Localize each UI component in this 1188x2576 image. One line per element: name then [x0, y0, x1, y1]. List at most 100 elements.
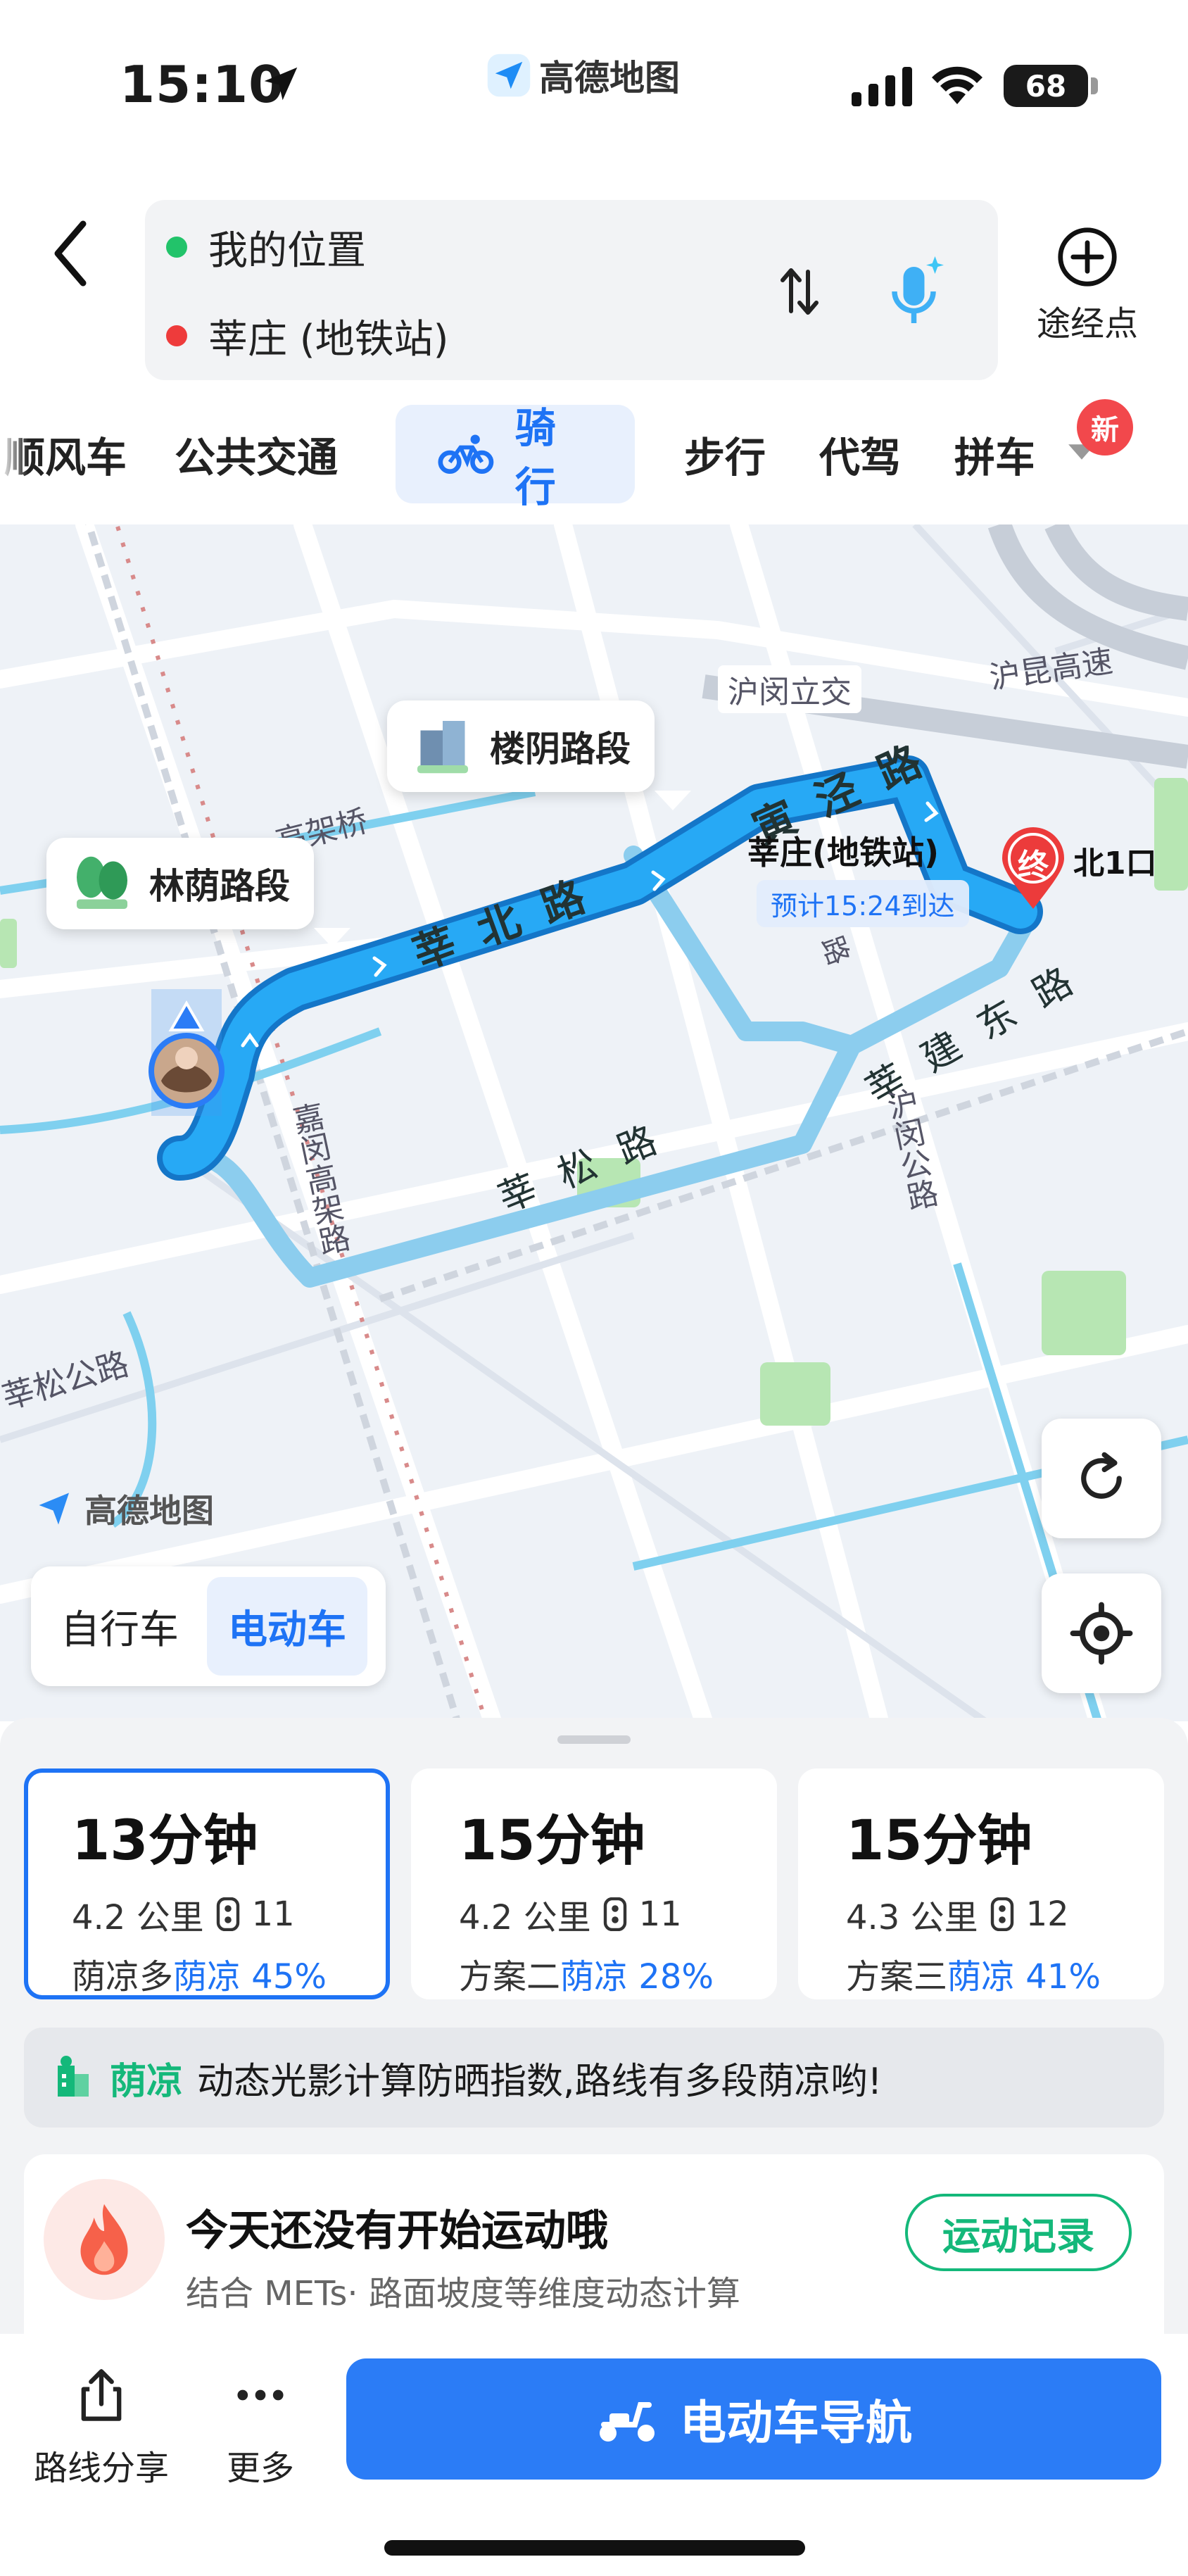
- more-label: 更多: [227, 2449, 295, 2488]
- vehicle-type-toggle: 自行车 电动车: [31, 1566, 386, 1686]
- origin-dot-icon: [166, 237, 187, 258]
- status-app-indicator: 高德地图: [486, 51, 680, 100]
- buildings-icon: [417, 721, 468, 774]
- callout-tail: [314, 928, 350, 948]
- exercise-subtitle: 结合 METs· 路面坡度等维度动态计算: [186, 2274, 740, 2313]
- vehicle-option-ebike[interactable]: 电动车: [207, 1577, 367, 1676]
- add-waypoint-button[interactable]: 途经点: [1020, 225, 1154, 366]
- route-option-distance: 4.2 公里: [72, 1898, 204, 1937]
- share-route-label: 路线分享: [34, 2449, 170, 2488]
- microphone-icon: [892, 256, 944, 323]
- tab-public-transit[interactable]: 公共交通: [175, 405, 338, 503]
- route-option-card-2[interactable]: 15分钟 4.2 公里 11 方案二荫凉 28%: [411, 1768, 777, 1999]
- user-location-pin[interactable]: [123, 975, 250, 1144]
- tab-ride-share[interactable]: 拼车: [954, 405, 1033, 503]
- tab-public-transit-label: 公共交通: [175, 434, 339, 482]
- plus-circle-icon: [1058, 227, 1117, 287]
- route-option-tags: 荫凉多荫凉 45%: [72, 1949, 386, 1998]
- swap-route-button[interactable]: [764, 256, 835, 327]
- tab-ride-share-label: 拼车: [954, 434, 1033, 482]
- route-option-distance: 4.2 公里: [459, 1898, 591, 1937]
- route-option-stats: 4.2 公里 11: [72, 1890, 386, 1939]
- traffic-light-icon: [216, 1897, 239, 1931]
- flame-icon: [44, 2179, 165, 2300]
- route-option-time: 13分钟: [72, 1809, 258, 1873]
- tab-walking-label: 步行: [684, 434, 766, 482]
- exercise-title: 今天还没有开始运动哦: [186, 2206, 608, 2256]
- more-button[interactable]: 更多: [227, 2365, 294, 2489]
- route-option-card-1[interactable]: 13分钟 4.2 公里 11 荫凉多荫凉 45%: [24, 1768, 390, 1999]
- route-option-card-3[interactable]: 15分钟 4.3 公里 12 方案三荫凉 41%: [798, 1768, 1164, 1999]
- end-pin-icon[interactable]: 终: [999, 827, 1067, 912]
- destination-map-label: 莘庄(地铁站): [747, 834, 940, 872]
- tab-walking[interactable]: 步行: [684, 405, 766, 503]
- origin-row[interactable]: 我的位置: [166, 215, 366, 279]
- callout-shaded-segment[interactable]: 林荫路段: [46, 838, 350, 948]
- route-option-lights: 11: [251, 1895, 295, 1934]
- traffic-light-icon: [603, 1897, 626, 1931]
- route-option-lights: 11: [638, 1895, 682, 1934]
- route-map[interactable]: 沪闵立交 沪昆高速 高架桥 莘 北 路 寅 泾 路 莘 松 路 莘 建 东 路 …: [0, 524, 1188, 1721]
- amap-watermark-logo-icon: [39, 1493, 69, 1525]
- transport-mode-tabs: 顺风车 公共交通 骑行 步行 代驾 拼车: [0, 404, 1188, 511]
- swap-arrows-icon: [781, 268, 819, 315]
- destination-text: 莘庄 (地铁站): [208, 316, 449, 363]
- exercise-record-button[interactable]: 运动记录: [905, 2194, 1132, 2271]
- route-option-tag: 方案二: [459, 1957, 561, 1997]
- battery-indicator: 68: [1004, 65, 1088, 107]
- share-route-button[interactable]: 路线分享: [34, 2365, 169, 2489]
- tab-cycling[interactable]: 骑行: [396, 404, 635, 511]
- ebike-navigation-button[interactable]: 电动车导航: [346, 2358, 1161, 2480]
- share-icon: [81, 2369, 122, 2421]
- tab-cycling-label: 骑行: [514, 404, 556, 511]
- callout-building-shade-label: 楼阴路段: [490, 729, 631, 769]
- cellular-signal-icon: [852, 67, 912, 106]
- map-watermark: 高德地图: [34, 1485, 214, 1532]
- route-option-lights: 12: [1025, 1895, 1069, 1934]
- route-option-tag: 荫凉多: [72, 1957, 174, 1997]
- user-avatar-pin-icon: [148, 989, 225, 1116]
- route-option-distance: 4.3 公里: [846, 1898, 978, 1937]
- shade-info-banner[interactable]: 荫凉 动态光影计算防晒指数,路线有多段荫凉哟!: [24, 2028, 1164, 2128]
- route-option-shade: 荫凉 28%: [560, 1957, 714, 1997]
- ebike-navigation-label: 电动车导航: [680, 2396, 912, 2450]
- route-option-shade: 荫凉 45%: [173, 1957, 327, 1997]
- tab-designated-driver[interactable]: 代驾: [819, 405, 901, 503]
- eta-chip: 预计15:24到达: [757, 880, 969, 927]
- route-option-time: 15分钟: [846, 1809, 1032, 1873]
- chevron-left-icon: [54, 220, 87, 287]
- vehicle-option-bicycle[interactable]: 自行车: [39, 1577, 200, 1676]
- status-app-name: 高德地图: [539, 58, 680, 99]
- scooter-icon: [600, 2402, 655, 2442]
- destination-row[interactable]: 莘庄 (地铁站): [166, 304, 449, 367]
- origin-text: 我的位置: [208, 227, 366, 274]
- new-badge: 新: [1077, 399, 1133, 455]
- bicycle-icon: [438, 434, 494, 475]
- shade-building-icon: [58, 2056, 89, 2097]
- end-pin-text: 终: [1018, 848, 1049, 884]
- wifi-icon: [932, 66, 982, 104]
- amap-logo-icon: [487, 54, 531, 97]
- exit-label: 北1口: [1073, 846, 1157, 881]
- tree-icon: [77, 856, 127, 909]
- route-option-tag: 方案三: [846, 1957, 948, 1997]
- refresh-route-button[interactable]: [1042, 1419, 1161, 1538]
- voice-input-button[interactable]: [877, 246, 954, 337]
- map-watermark-text: 高德地图: [84, 1492, 214, 1530]
- locate-me-button[interactable]: [1042, 1573, 1161, 1693]
- waypoint-label: 途经点: [1036, 304, 1138, 344]
- sheet-drag-handle[interactable]: [557, 1735, 631, 1744]
- map-label-humin-interchange: 沪闵立交: [718, 665, 861, 713]
- callout-tail: [655, 791, 691, 810]
- more-dots-icon: [237, 2389, 284, 2401]
- traffic-light-icon: [990, 1897, 1013, 1931]
- home-indicator: [384, 2540, 805, 2556]
- tab-designated-driver-label: 代驾: [819, 434, 902, 482]
- location-arrow-icon: [264, 67, 298, 101]
- back-button[interactable]: [42, 211, 99, 296]
- battery-cap: [1091, 77, 1098, 94]
- route-option-stats: 4.2 公里 11: [459, 1890, 777, 1939]
- route-option-time: 15分钟: [459, 1809, 645, 1873]
- callout-building-shade-segment[interactable]: 楼阴路段: [387, 700, 691, 810]
- shade-banner-text: 动态光影计算防晒指数,路线有多段荫凉哟!: [197, 2060, 883, 2103]
